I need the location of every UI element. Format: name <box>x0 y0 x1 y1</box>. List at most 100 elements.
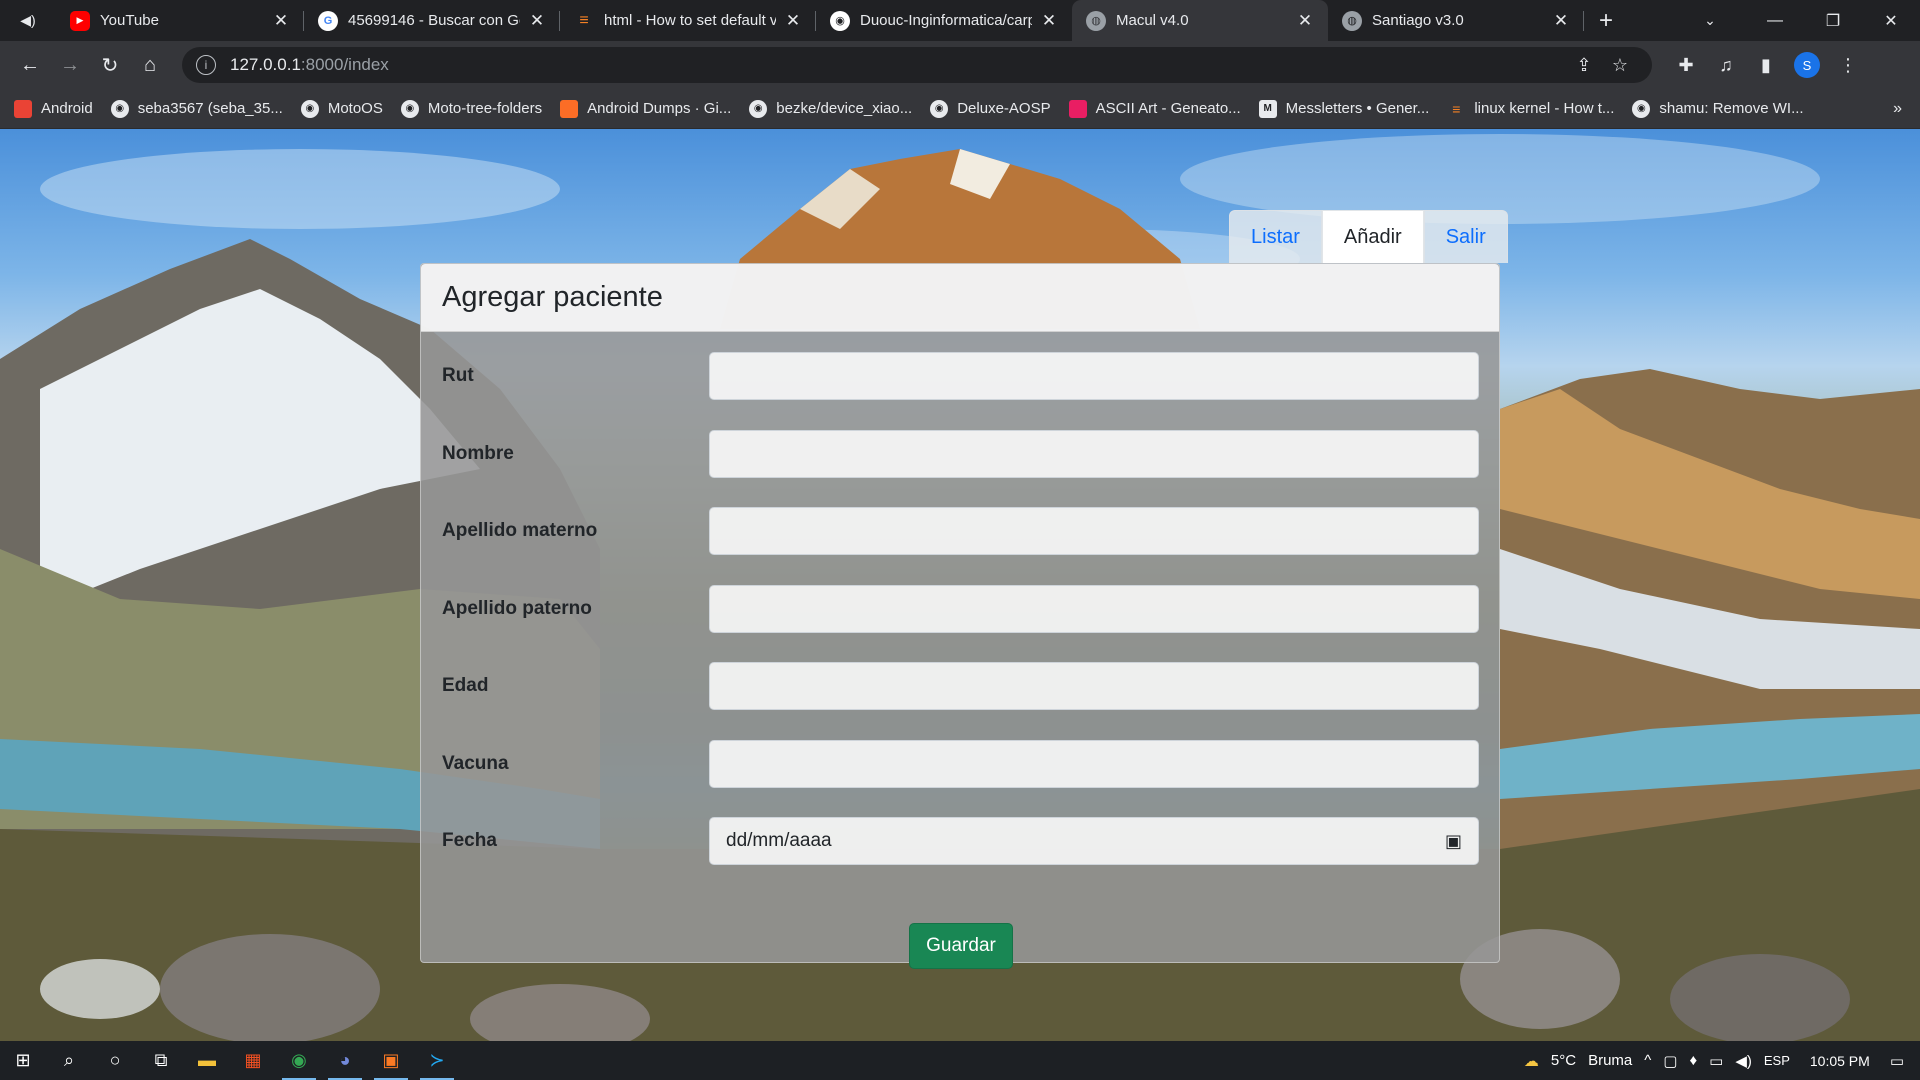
rut-input[interactable] <box>709 352 1479 400</box>
close-tab-icon[interactable]: ✕ <box>1296 11 1314 31</box>
extensions-puzzle-icon[interactable]: ✚ <box>1666 55 1706 76</box>
network-icon[interactable]: ▭ <box>1709 1052 1723 1070</box>
browser-tabstrip: ◀) ▶ YouTube ✕ G 45699146 - Buscar con G… <box>0 0 1920 41</box>
browser-tab[interactable]: ≡ html - How to set default value ✕ <box>560 0 816 41</box>
fecha-date-input[interactable]: dd/mm/aaaa ▣ <box>709 817 1479 865</box>
language-indicator[interactable]: ESP <box>1764 1053 1790 1068</box>
tab-anadir[interactable]: Añadir <box>1321 210 1424 263</box>
back-arrow-icon[interactable]: ← <box>10 45 50 85</box>
meet-now-icon[interactable]: ▢ <box>1663 1052 1677 1070</box>
xampp-icon[interactable]: ▣ <box>368 1041 414 1080</box>
close-tab-icon[interactable]: ✕ <box>1040 11 1058 31</box>
minimize-icon[interactable]: — <box>1746 0 1804 41</box>
discord-icon[interactable]: ◕ <box>322 1041 368 1080</box>
vacuna-label: Vacuna <box>442 753 509 774</box>
weather-desc[interactable]: Bruma <box>1588 1052 1632 1069</box>
browser-tab[interactable]: ▶ YouTube ✕ <box>56 0 304 41</box>
tab-title: YouTube <box>100 12 159 29</box>
chevron-up-icon[interactable]: ^ <box>1644 1052 1651 1069</box>
reload-icon[interactable]: ↻ <box>90 45 130 85</box>
chrome-icon[interactable]: ◉ <box>276 1041 322 1080</box>
close-tab-icon[interactable]: ✕ <box>784 11 802 31</box>
bookmark-label: Moto-tree-folders <box>427 100 543 117</box>
task-view-icon[interactable]: ⧉ <box>138 1041 184 1080</box>
apellido-materno-input[interactable] <box>709 507 1479 555</box>
bookmarks-overflow-icon[interactable]: » <box>1893 100 1902 118</box>
windows-start-icon[interactable]: ⊞ <box>0 1041 46 1080</box>
tab-search-chevron-icon[interactable]: ⌄ <box>1690 0 1730 41</box>
volume-icon[interactable]: ◀) <box>1735 1052 1752 1070</box>
forward-arrow-icon[interactable]: → <box>50 45 90 85</box>
tab-listar[interactable]: Listar <box>1229 210 1322 263</box>
nombre-input[interactable] <box>709 430 1479 478</box>
bookmark-item[interactable]: ◉ Moto-tree-folders <box>400 99 543 118</box>
file-explorer-icon[interactable]: ▬ <box>184 1041 230 1080</box>
fecha-label: Fecha <box>442 830 497 851</box>
apellido-paterno-input[interactable] <box>709 585 1479 633</box>
close-window-icon[interactable]: ✕ <box>1862 0 1920 41</box>
media-controls-icon[interactable]: ♫ <box>1706 55 1746 76</box>
close-tab-icon[interactable]: ✕ <box>528 11 546 31</box>
edad-input[interactable] <box>709 662 1479 710</box>
browser-tab-active[interactable]: ◍ Macul v4.0 ✕ <box>1072 0 1328 41</box>
side-panel-icon[interactable]: ▮ <box>1746 55 1786 76</box>
address-path: :8000/index <box>300 55 389 74</box>
apellido-paterno-label: Apellido paterno <box>442 598 592 619</box>
browser-tab[interactable]: ◉ Duouc-Inginformatica/carpeta ✕ <box>816 0 1072 41</box>
guardar-button[interactable]: Guardar <box>909 923 1013 969</box>
clock-time[interactable]: 10:05 PM <box>1810 1053 1870 1069</box>
bookmark-item[interactable]: ◉ Deluxe-AOSP <box>930 99 1051 118</box>
bookmark-item[interactable]: ◉ bezke/device_xiao... <box>749 99 912 118</box>
microphone-icon[interactable]: ♦ <box>1689 1052 1697 1069</box>
youtube-icon: ▶ <box>70 10 90 31</box>
microsoft-store-icon[interactable]: ▦ <box>230 1041 276 1080</box>
browser-tab[interactable]: ◍ Santiago v3.0 ✕ <box>1328 0 1584 41</box>
bookmark-item[interactable]: ◉ shamu: Remove WI... <box>1632 99 1804 118</box>
site-info-icon[interactable]: i <box>196 55 216 75</box>
bookmark-item[interactable]: ASCII Art - Geneato... <box>1068 99 1241 118</box>
close-tab-icon[interactable]: ✕ <box>1552 11 1570 31</box>
windows-taskbar: ⊞ ⌕ ○ ⧉ ▬ ▦ ◉ ◕ ▣ ≻ ☁ 5°C Bruma ^ ▢ ♦ ▭ … <box>0 1041 1920 1080</box>
notifications-icon[interactable]: ▭ <box>1890 1052 1904 1070</box>
bookmark-item[interactable]: ≡ linux kernel - How t... <box>1447 100 1614 118</box>
search-icon[interactable]: ⌕ <box>46 1041 92 1080</box>
github-icon: ◉ <box>930 99 949 118</box>
bookmark-item[interactable]: ◉ MotoOS <box>300 99 383 118</box>
restore-icon[interactable]: ❐ <box>1804 0 1862 41</box>
address-bar[interactable]: i 127.0.0.1:8000/index ⇪ ☆ <box>182 47 1652 83</box>
share-icon[interactable]: ⇪ <box>1566 55 1602 76</box>
github-icon: ◉ <box>400 99 419 118</box>
page-nav-tabs: Listar Añadir Salir <box>1229 210 1508 263</box>
bookmark-item[interactable]: Android Dumps · Gi... <box>560 99 732 118</box>
github-icon: ◉ <box>1632 99 1651 118</box>
form-row-edad: Edad <box>421 662 1501 710</box>
bookmark-label: Android <box>41 100 93 117</box>
menu-kebab-icon[interactable]: ⋮ <box>1828 55 1868 76</box>
cortana-icon[interactable]: ○ <box>92 1041 138 1080</box>
tab-salir[interactable]: Salir <box>1423 210 1508 263</box>
bookmark-label: Android Dumps · Gi... <box>587 100 732 117</box>
weather-icon[interactable]: ☁ <box>1524 1052 1539 1070</box>
vscode-icon[interactable]: ≻ <box>414 1041 460 1080</box>
github-icon: ◉ <box>830 10 850 31</box>
tab-title: html - How to set default value <box>604 12 776 29</box>
bookmark-star-icon[interactable]: ☆ <box>1602 55 1638 76</box>
tab-audio-indicator-icon[interactable]: ◀) <box>0 0 56 41</box>
calendar-icon[interactable]: ▣ <box>1445 831 1462 852</box>
bookmark-label: Messletters • Gener... <box>1285 100 1430 117</box>
browser-tab[interactable]: G 45699146 - Buscar con Google ✕ <box>304 0 560 41</box>
vacuna-input[interactable] <box>709 740 1479 788</box>
bookmark-item[interactable]: ◉ seba3567 (seba_35... <box>110 99 283 118</box>
bookmark-item[interactable]: Android <box>14 99 93 118</box>
bookmark-label: linux kernel - How t... <box>1474 100 1615 117</box>
browser-toolbar: ← → ↻ ⌂ i 127.0.0.1:8000/index ⇪ ☆ ✚ ♫ ▮… <box>0 41 1920 89</box>
github-icon: ◉ <box>749 99 768 118</box>
form-row-apellido-materno: Apellido materno <box>421 507 1501 555</box>
bookmark-item[interactable]: M Messletters • Gener... <box>1258 99 1430 118</box>
close-tab-icon[interactable]: ✕ <box>272 11 290 31</box>
home-icon[interactable]: ⌂ <box>130 45 170 85</box>
github-icon: ◉ <box>300 99 319 118</box>
weather-temp[interactable]: 5°C <box>1551 1052 1576 1069</box>
profile-avatar[interactable]: S <box>1794 52 1820 78</box>
new-tab-icon[interactable]: + <box>1584 0 1628 41</box>
